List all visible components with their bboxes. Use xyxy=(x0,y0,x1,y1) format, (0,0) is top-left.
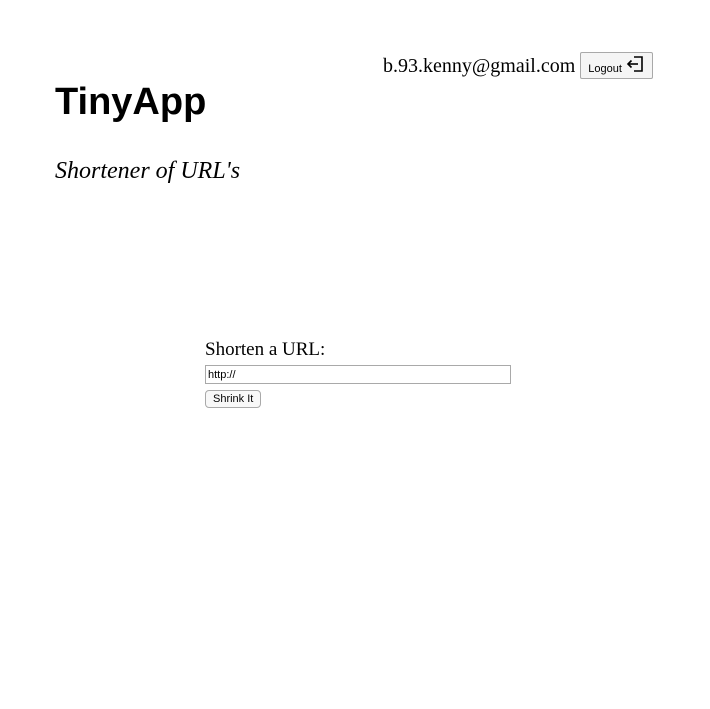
shorten-url-label: Shorten a URL: xyxy=(205,339,326,360)
app-subtitle: Shortener of URL's xyxy=(55,158,241,184)
user-bar: b.93.kenny@gmail.com Logout xyxy=(383,52,653,79)
logout-icon xyxy=(626,54,646,74)
shrink-it-button[interactable]: Shrink It xyxy=(205,390,262,408)
user-email: b.93.kenny@gmail.com xyxy=(383,54,576,77)
logout-label: Logout xyxy=(588,62,622,75)
app-title: TinyApp xyxy=(55,81,207,123)
shorten-url-form: Shorten a URL: Shrink It xyxy=(205,338,511,408)
logout-button[interactable]: Logout xyxy=(580,52,653,79)
url-input[interactable] xyxy=(205,365,511,384)
